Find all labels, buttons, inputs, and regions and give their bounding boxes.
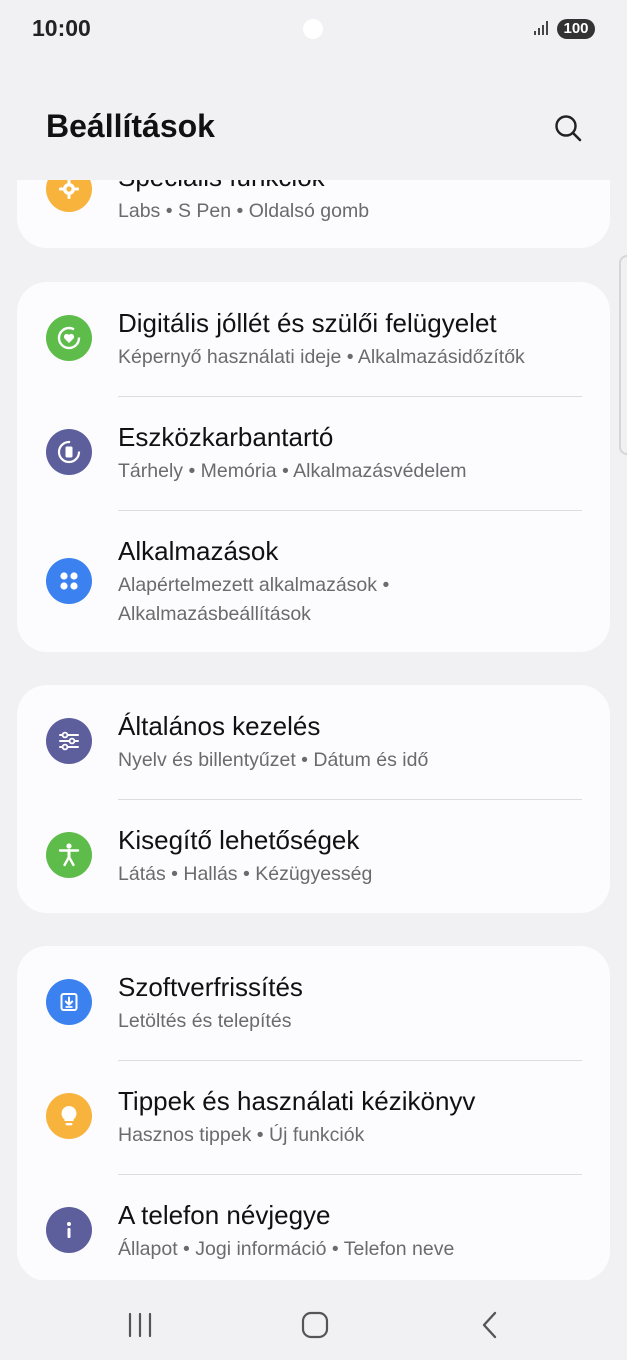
recents-button[interactable] xyxy=(115,1305,165,1345)
settings-item-title: Szoftverfrissítés xyxy=(118,972,303,1002)
accessibility-icon xyxy=(46,832,92,878)
settings-item-subtitle: Labs • S Pen • Oldalsó gomb xyxy=(118,200,370,222)
battery-icon: 100 xyxy=(557,19,595,39)
settings-item-subtitle: Nyelv és billentyűzet • Dátum és idő xyxy=(118,749,429,771)
settings-item-subtitle: Letöltés és telepítés xyxy=(118,1010,292,1032)
settings-item-about-phone[interactable]: A telefon névjegye Állapot • Jogi inform… xyxy=(17,1175,610,1280)
settings-item-subtitle: Látás • Hallás • Kézügyesség xyxy=(118,863,373,885)
download-icon xyxy=(46,979,92,1025)
page-title: Beállítások xyxy=(46,108,215,144)
settings-item-title: Digitális jóllét és szülői felügyelet xyxy=(118,308,497,338)
lightbulb-icon xyxy=(46,1093,92,1139)
settings-item-accessibility[interactable]: Kisegítő lehetőségek Látás • Hallás • Ké… xyxy=(17,800,610,913)
recents-icon xyxy=(128,1312,152,1338)
scrollbar[interactable] xyxy=(619,255,627,455)
signal-icon xyxy=(533,20,551,41)
settings-item-subtitle: Hasznos tippek • Új funkciók xyxy=(118,1124,365,1146)
settings-item-title: Tippek és használati kézikönyv xyxy=(118,1086,476,1116)
settings-item-subtitle: Alapértelmezett alkalmazások • Alkalmazá… xyxy=(118,574,390,625)
settings-item-apps[interactable]: Alkalmazások Alapértelmezett alkalmazáso… xyxy=(17,511,610,652)
settings-item-subtitle: Képernyő használati ideje • Alkalmazásid… xyxy=(118,346,525,368)
settings-item-subtitle: Állapot • Jogi információ • Telefon neve xyxy=(118,1238,455,1260)
settings-item-title: Speciális funkciók xyxy=(118,180,325,193)
info-icon xyxy=(46,1207,92,1253)
home-icon xyxy=(301,1311,329,1339)
settings-item-device-care[interactable]: Eszközkarbantartó Tárhely • Memória • Al… xyxy=(17,397,610,510)
back-icon xyxy=(482,1311,497,1339)
settings-card-wellbeing: Digitális jóllét és szülői felügyelet Ké… xyxy=(17,282,610,652)
settings-card-software: Szoftverfrissítés Letöltés és telepítés … xyxy=(17,946,610,1280)
search-button[interactable] xyxy=(548,108,588,148)
settings-card-general: Általános kezelés Nyelv és billentyűzet … xyxy=(17,685,610,913)
heart-circle-icon xyxy=(46,315,92,361)
settings-item-advanced-features[interactable]: Speciális funkciók Labs • S Pen • Oldals… xyxy=(17,180,610,248)
apps-grid-icon xyxy=(46,558,92,604)
settings-item-title: Eszközkarbantartó xyxy=(118,422,334,452)
back-button[interactable] xyxy=(465,1305,515,1345)
status-time: 10:00 xyxy=(32,15,91,41)
camera-cutout xyxy=(303,19,323,39)
settings-item-software-update[interactable]: Szoftverfrissítés Letöltés és telepítés xyxy=(17,946,610,1060)
settings-item-general-management[interactable]: Általános kezelés Nyelv és billentyűzet … xyxy=(17,685,610,799)
search-icon xyxy=(555,115,582,142)
settings-item-title: Alkalmazások xyxy=(118,536,279,566)
maintenance-icon xyxy=(46,429,92,475)
gear-icon xyxy=(46,180,92,212)
settings-item-title: A telefon névjegye xyxy=(118,1200,331,1230)
home-button[interactable] xyxy=(290,1305,340,1345)
settings-list[interactable]: Speciális funkciók Labs • S Pen • Oldals… xyxy=(0,180,627,1280)
app-header: Beállítások xyxy=(0,90,627,170)
navigation-bar xyxy=(0,1290,627,1360)
settings-item-tips-manual[interactable]: Tippek és használati kézikönyv Hasznos t… xyxy=(17,1061,610,1174)
settings-item-title: Általános kezelés xyxy=(118,711,321,741)
settings-card-advanced: Speciális funkciók Labs • S Pen • Oldals… xyxy=(17,180,610,248)
settings-item-subtitle: Tárhely • Memória • Alkalmazásvédelem xyxy=(118,460,467,482)
settings-item-digital-wellbeing[interactable]: Digitális jóllét és szülői felügyelet Ké… xyxy=(17,282,610,396)
settings-item-title: Kisegítő lehetőségek xyxy=(118,825,360,855)
sliders-icon xyxy=(46,718,92,764)
status-bar: 10:00 100 xyxy=(0,0,627,58)
